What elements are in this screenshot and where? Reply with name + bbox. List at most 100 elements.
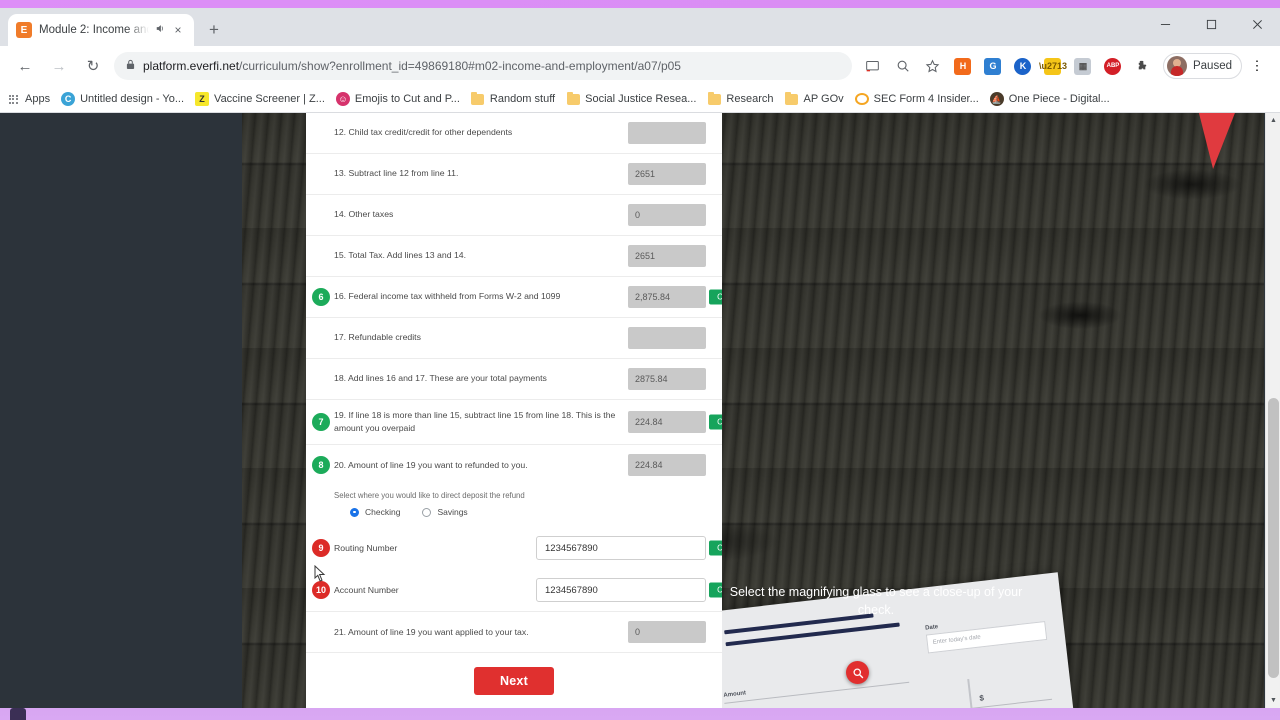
browser-tab[interactable]: E Module 2: Income and Empl ×: [8, 14, 194, 46]
bookmark-vaccine-screener[interactable]: Z Vaccine Screener | Z...: [195, 92, 325, 106]
check-words-rule: [724, 698, 1053, 708]
radio-checking[interactable]: Checking: [350, 507, 400, 517]
tab-strip: E Module 2: Income and Empl × +: [0, 8, 1280, 46]
bookmark-folder-social-justice[interactable]: Social Justice Resea...: [566, 91, 697, 106]
vertical-scrollbar[interactable]: ▲ ▼: [1265, 113, 1280, 708]
row-label: 16. Federal income tax withheld from For…: [334, 291, 561, 302]
extension-kami[interactable]: K: [1010, 53, 1036, 79]
magnifying-glass-icon[interactable]: [846, 661, 869, 684]
taskbar-app-icon[interactable]: [10, 708, 26, 720]
tab-favicon-icon: E: [16, 22, 32, 38]
address-bar[interactable]: platform.everfi.net/curriculum/show?enro…: [114, 52, 852, 80]
avatar: [1166, 56, 1187, 76]
table-row: 12. Child tax credit/credit for other de…: [306, 113, 722, 154]
bookmark-canva[interactable]: C Untitled design - Yo...: [61, 92, 184, 106]
account-number-input[interactable]: 1234567890: [536, 578, 706, 603]
row-value-field[interactable]: [628, 122, 706, 144]
table-row: 6 16. Federal income tax withheld from F…: [306, 277, 722, 318]
row-label: 14. Other taxes: [334, 209, 394, 220]
step-badge: 10: [312, 581, 330, 600]
check-date-input[interactable]: [925, 620, 1048, 654]
radio-savings-dot[interactable]: [422, 507, 432, 517]
bookmark-sec-form-4[interactable]: SEC Form 4 Insider...: [854, 93, 979, 105]
row-label: 15. Total Tax. Add lines 13 and 14.: [334, 250, 467, 261]
bookmark-folder-random-stuff[interactable]: Random stuff: [471, 91, 556, 106]
forward-button[interactable]: →: [45, 52, 73, 80]
bookmark-label: Research: [726, 93, 774, 105]
extension-grammarly[interactable]: G: [980, 53, 1006, 79]
cast-icon[interactable]: [860, 53, 886, 79]
browser-menu-button[interactable]: ⋮: [1244, 53, 1270, 79]
extension-honey[interactable]: H: [950, 53, 976, 79]
bookmark-label: One Piece - Digital...: [1008, 93, 1110, 105]
bookmark-folder-ap-gov[interactable]: AP GOv: [784, 91, 844, 106]
profile-status-label: Paused: [1192, 60, 1232, 72]
status-badge: Correct: [709, 414, 722, 430]
reload-button[interactable]: ↻: [79, 52, 107, 80]
browser-window: E Module 2: Income and Empl × + ← → ↻: [0, 8, 1280, 708]
routing-number-input[interactable]: 1234567890: [536, 536, 706, 561]
scroll-up-arrow-icon[interactable]: ▲: [1266, 113, 1280, 128]
next-button[interactable]: Next: [474, 667, 554, 696]
check-instruction-text: Select the magnifying glass to see a clo…: [729, 585, 1023, 618]
extension-adblock[interactable]: ABP: [1100, 53, 1126, 79]
check-dollar-sign: $: [978, 693, 985, 703]
scroll-down-arrow-icon[interactable]: ▼: [1266, 693, 1280, 708]
radio-checking-dot[interactable]: [350, 507, 359, 517]
row-value-field[interactable]: [628, 327, 706, 349]
row-value-field[interactable]: 0: [628, 204, 706, 226]
window-maximize-button[interactable]: [1188, 8, 1234, 40]
bookmark-folder-research[interactable]: Research: [707, 91, 774, 106]
row-value-field[interactable]: 224.84: [628, 411, 706, 434]
bookmark-label: Random stuff: [489, 93, 556, 105]
bookmark-label: Untitled design - Yo...: [80, 93, 185, 105]
row-value-field[interactable]: 0: [628, 621, 706, 644]
extension-thumbs-up[interactable]: \u2713: [1039, 53, 1067, 79]
url-path: /curriculum/show?enrollment_id=49869180#…: [239, 59, 681, 73]
tab-title: Module 2: Income and Empl: [39, 24, 149, 36]
row-label: 12. Child tax credit/credit for other de…: [334, 127, 513, 138]
tab-audio-icon[interactable]: [154, 23, 165, 37]
apps-grid-icon: [6, 92, 20, 106]
routing-number-label: Routing Number: [334, 542, 398, 553]
new-tab-button[interactable]: +: [200, 16, 228, 44]
account-number-row: 10 Account Number 1234567890 Correct: [306, 569, 722, 611]
row-label: 19. If line 18 is more than line 15, sub…: [334, 410, 616, 434]
bookmark-apps[interactable]: Apps: [6, 92, 50, 106]
row-label: 18. Add lines 16 and 17. These are your …: [334, 373, 547, 384]
toolbar-icons: H G K \u2713 ▦ ABP Paused ⋮: [858, 53, 1272, 79]
bookmark-star-icon[interactable]: [920, 53, 946, 79]
folder-icon: [471, 91, 485, 106]
step-badge: 7: [312, 413, 330, 432]
deposit-radio-group: Checking Savings: [334, 507, 706, 517]
profile-button[interactable]: Paused: [1162, 53, 1242, 79]
radio-savings[interactable]: Savings: [422, 507, 468, 517]
scrollbar-thumb[interactable]: [1268, 398, 1279, 678]
back-button[interactable]: ←: [11, 52, 39, 80]
window-close-button[interactable]: [1234, 8, 1280, 40]
row-value-field[interactable]: 2651: [628, 245, 706, 267]
sec-icon: [854, 93, 869, 105]
row-value-field[interactable]: 224.84: [628, 454, 706, 477]
radio-checking-label: Checking: [365, 507, 401, 518]
deposit-hint-label: Select where you would like to direct de…: [334, 491, 525, 501]
lock-icon: [126, 59, 135, 73]
bookmark-label: SEC Form 4 Insider...: [873, 93, 979, 105]
browser-toolbar: ← → ↻ platform.everfi.net/curriculum/sho…: [0, 46, 1280, 86]
bookmark-emojis[interactable]: ☺ Emojis to Cut and P...: [335, 92, 460, 106]
search-icon[interactable]: [890, 53, 916, 79]
row-value-field[interactable]: 2,875.84: [628, 286, 706, 308]
step-badge: 8: [312, 456, 330, 475]
window-minimize-button[interactable]: [1142, 8, 1188, 40]
row-value-field[interactable]: 2651: [628, 163, 706, 185]
bookmark-one-piece[interactable]: ⛵ One Piece - Digital...: [989, 92, 1110, 106]
extensions-puzzle-icon[interactable]: [1130, 53, 1156, 79]
bookmark-label: Social Justice Resea...: [585, 93, 697, 105]
row-label: 20. Amount of line 19 you want to refund…: [334, 459, 528, 470]
extension-grid[interactable]: ▦: [1070, 53, 1096, 79]
folder-icon: [784, 91, 798, 106]
status-badge: Correct: [709, 289, 722, 305]
tab-close-icon[interactable]: ×: [170, 22, 186, 38]
tax-form-rows: 12. Child tax credit/credit for other de…: [306, 113, 722, 708]
row-value-field[interactable]: 2875.84: [628, 368, 706, 390]
